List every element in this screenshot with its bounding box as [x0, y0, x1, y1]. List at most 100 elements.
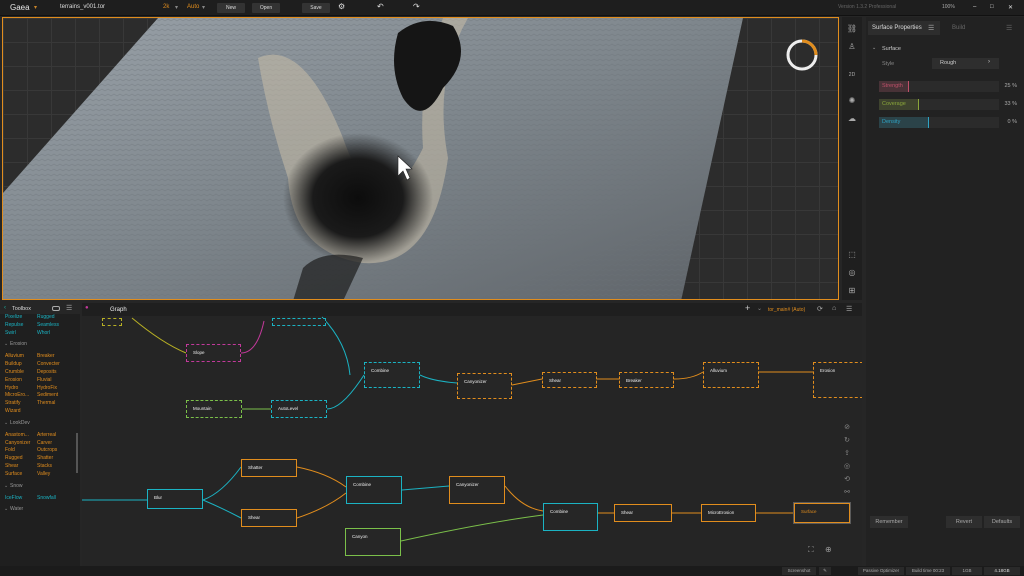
graph-node-combine[interactable]: Combine	[543, 503, 598, 531]
defaults-button[interactable]: Defaults	[984, 516, 1020, 528]
new-button[interactable]: New	[217, 3, 245, 13]
tab-build[interactable]: Build	[948, 21, 969, 35]
toolbox-item[interactable]: Anastom...	[5, 432, 29, 438]
close-icon[interactable]: ✕	[1008, 4, 1013, 11]
toolbox-item[interactable]: Rugged	[37, 314, 55, 320]
toolbox-item[interactable]: Erosion	[5, 377, 22, 383]
toolbox-item[interactable]: Stacks	[37, 463, 52, 469]
toolbox-item[interactable]: Shear	[5, 463, 18, 469]
toolbox-item[interactable]: Wizard	[5, 408, 21, 414]
rotate-icon[interactable]: ↻	[840, 434, 854, 447]
toolbox-item[interactable]: Rugged	[5, 455, 23, 461]
link-icon[interactable]: ⚯	[840, 486, 854, 499]
toolbox-item[interactable]: Crumble	[5, 369, 24, 375]
toggle-icon[interactable]	[52, 306, 60, 311]
chevron-down-icon[interactable]: ▾	[175, 4, 178, 11]
graph-node-microerosion[interactable]: MicroErosion	[701, 504, 756, 522]
maximize-icon[interactable]: □	[990, 4, 994, 10]
graph-node-shear[interactable]: Shear	[241, 509, 297, 527]
cycle-icon[interactable]: ⟲	[840, 473, 854, 486]
graph-node-shear[interactable]: Shear	[542, 372, 597, 388]
toolbox-item[interactable]: Thermal	[37, 400, 55, 406]
coverage-slider[interactable]: Coverage 33 %	[879, 99, 1017, 110]
toolbox-item[interactable]: Shatter	[37, 455, 53, 461]
redo-icon[interactable]: ↷	[413, 2, 420, 11]
view-2d-button[interactable]: 2D	[846, 69, 858, 81]
toolbox-section[interactable]: Snow	[10, 483, 23, 489]
graph-node-alluvium[interactable]: Alluvium	[703, 362, 759, 388]
chevron-down-icon[interactable]: ▾	[34, 4, 37, 11]
toolbox-item[interactable]: Breaker	[37, 353, 55, 359]
graph-node-canyonizer[interactable]: Canyonizer	[457, 373, 512, 399]
fit-icon[interactable]: ⛶	[808, 545, 814, 555]
toolbox-item[interactable]: Fluvial	[37, 377, 51, 383]
edit-icon[interactable]: ✎	[819, 567, 831, 575]
chevron-down-icon[interactable]: ⌄	[4, 506, 8, 512]
toolbox-item[interactable]: Deposits	[37, 369, 56, 375]
chevron-down-icon[interactable]: ⌄	[872, 45, 876, 51]
graph-node-slope[interactable]: Slope	[186, 344, 241, 362]
toolbox-item[interactable]: MicroEro...	[5, 392, 29, 398]
toolbox-item[interactable]: Stratify	[5, 400, 21, 406]
chevron-down-icon[interactable]: ⌄	[4, 420, 8, 426]
scrollbar[interactable]	[76, 433, 78, 473]
toolbox-item[interactable]: HydroFix	[37, 385, 57, 391]
toolbox-item[interactable]: Surface	[5, 471, 22, 477]
screenshot-button[interactable]: Screenshot	[782, 567, 816, 575]
toolbox-item[interactable]: Alluvium	[5, 353, 24, 359]
graph-node-canyonizer[interactable]: Canyonizer	[449, 476, 505, 504]
toolbox-section[interactable]: Water	[10, 506, 23, 512]
toolbox-item[interactable]: Sediment	[37, 392, 58, 398]
toolbox-item[interactable]: Outcrops	[37, 447, 57, 453]
revert-button[interactable]: Revert	[946, 516, 982, 528]
chevron-left-icon[interactable]: ‹	[4, 305, 6, 311]
menu-icon[interactable]: ☰	[928, 24, 934, 32]
compass-icon[interactable]: ◎	[846, 267, 858, 279]
export-icon[interactable]: ⇪	[840, 447, 854, 460]
save-button[interactable]: Save	[302, 3, 330, 13]
toolbox-item[interactable]: IceFlow	[5, 495, 22, 501]
target-icon[interactable]: ◎	[840, 460, 854, 473]
graph-node-shear[interactable]: Shear	[614, 504, 672, 522]
link-icon[interactable]: ⛓	[846, 23, 858, 35]
toolbox-item[interactable]: Swirl	[5, 330, 16, 336]
chevron-down-icon[interactable]: ⌄	[4, 341, 8, 347]
disable-icon[interactable]: ⊘	[840, 421, 854, 434]
center-icon[interactable]: ⊕	[825, 545, 832, 554]
undo-icon[interactable]: ↶	[377, 2, 384, 11]
person-icon[interactable]: ♙	[846, 41, 858, 53]
toolbox-item[interactable]: Canyonizer	[5, 440, 30, 446]
graph-node-surface[interactable]: Surface	[794, 503, 850, 523]
sun-icon[interactable]: ✺	[846, 95, 858, 107]
style-select[interactable]: Rough ›	[932, 58, 999, 69]
3d-viewport[interactable]	[2, 17, 839, 300]
passive-optimizer[interactable]: Passive Optimizer	[858, 567, 904, 575]
toolbox-item[interactable]: Seamless	[37, 322, 59, 328]
remember-button[interactable]: Remember	[870, 516, 908, 528]
graph-node-canyon[interactable]: Canyon	[345, 528, 401, 556]
strength-slider[interactable]: Strength 25 %	[879, 81, 1017, 92]
graph-node-mountain[interactable]: Mountain	[186, 400, 242, 418]
chevron-down-icon[interactable]: ⌄	[4, 483, 8, 489]
graph-node[interactable]	[102, 318, 122, 326]
toolbox-item[interactable]: Arterreal	[37, 432, 56, 438]
cloud-icon[interactable]: ☁	[846, 113, 858, 125]
toolbox-item[interactable]: Pixelize	[5, 314, 22, 320]
grid-icon[interactable]: ⊞	[846, 285, 858, 297]
toolbox-item[interactable]: Convecter	[37, 361, 60, 367]
minimize-icon[interactable]: –	[973, 4, 976, 10]
menu-icon[interactable]: ☰	[66, 304, 72, 312]
graph-node-blur[interactable]: Blur	[147, 489, 203, 509]
graph-node[interactable]	[272, 318, 326, 326]
graph-node-combine[interactable]: Combine	[346, 476, 402, 504]
toolbox-item[interactable]: Carver	[37, 440, 52, 446]
toolbox-item[interactable]: Valley	[37, 471, 50, 477]
zoom-level[interactable]: 100%	[942, 4, 955, 10]
mode-select[interactable]: Auto	[187, 4, 199, 10]
menu-icon[interactable]: ☰	[1006, 24, 1012, 32]
toolbox-item[interactable]: Snowfall	[37, 495, 56, 501]
toolbox-item[interactable]: Whorl	[37, 330, 50, 336]
toolbox-item[interactable]: Hydro	[5, 385, 18, 391]
settings-icon[interactable]: ⚙	[338, 2, 345, 11]
graph-node-autolevel[interactable]: AutoLevel	[271, 400, 327, 418]
